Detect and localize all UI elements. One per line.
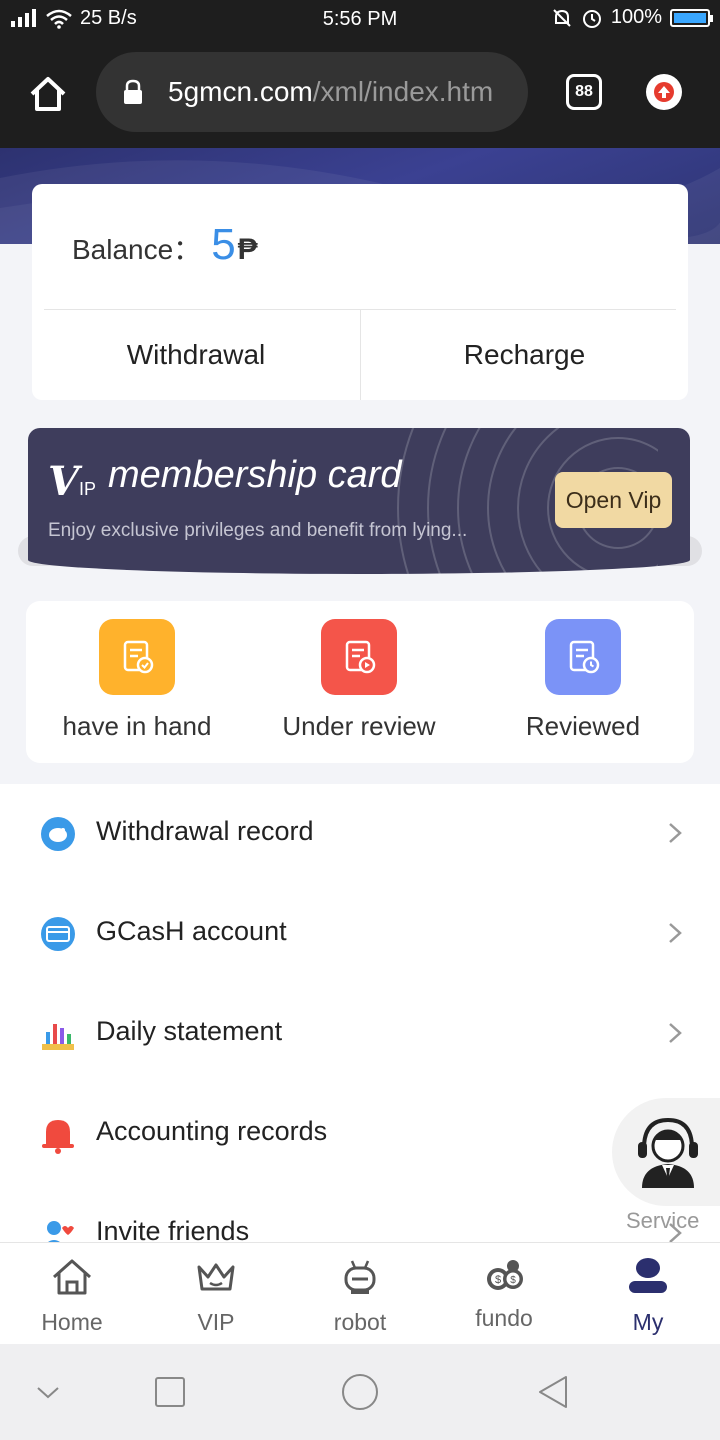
back-triangle-icon[interactable] [534, 1372, 574, 1412]
vip-membership-card[interactable]: VIP membership card Enjoy exclusive priv… [28, 428, 690, 574]
balance-card: Balance： 5 ₱ Withdrawal Recharge [32, 184, 688, 400]
status-label: Under review [282, 711, 436, 741]
browser-home-icon[interactable] [26, 72, 70, 116]
menu-item-label: Daily statement [96, 1016, 283, 1046]
chevron-down-icon[interactable] [28, 1372, 68, 1412]
status-label: have in hand [62, 711, 212, 741]
vip-title: membership card [108, 454, 402, 496]
nav-vip[interactable]: VIP [144, 1243, 288, 1345]
bell-off-icon [553, 8, 571, 27]
task-status-panel: have in hand Under review Reviewed [26, 601, 694, 763]
status-have-in-hand[interactable]: have in hand [26, 619, 248, 742]
headset-agent-icon [638, 1117, 698, 1188]
browser-toolbar: 5gmcn.com/xml/index.htm 88 [0, 36, 720, 148]
menu-item-gcash-account[interactable]: GCasH account [0, 884, 720, 984]
nav-my[interactable]: My [576, 1243, 720, 1345]
menu-item-withdrawal-record[interactable]: Withdrawal record [0, 784, 720, 884]
currency-symbol: ₱ [237, 233, 258, 266]
url-bar[interactable]: 5gmcn.com/xml/index.htm [96, 52, 528, 132]
recharge-button[interactable]: Recharge [361, 310, 688, 400]
system-navigation-bar [0, 1344, 720, 1440]
battery-percent: 100% [610, 6, 662, 28]
menu-item-label: Invite friends [96, 1216, 250, 1242]
bottom-navigation: Home VIP robot $ $ fundo My [0, 1242, 720, 1344]
bar-chart-icon [42, 1024, 74, 1050]
vip-logo-ip: IP [79, 479, 97, 499]
vip-logo: VIP [48, 458, 96, 505]
status-under-review[interactable]: Under review [248, 619, 470, 742]
upload-button[interactable] [646, 74, 682, 110]
nav-label: Home [41, 1309, 103, 1335]
coins-icon: $ $ [487, 1260, 523, 1290]
svg-text:$: $ [510, 1275, 516, 1286]
vip-logo-v: V [48, 458, 80, 505]
home-circle-icon[interactable] [340, 1372, 380, 1412]
chevron-right-icon [669, 1023, 682, 1043]
vip-subtitle: Enjoy exclusive privileges and benefit f… [48, 520, 468, 541]
user-icon [629, 1258, 667, 1293]
url-domain: 5gmcn.com [168, 76, 313, 107]
menu-item-label: Withdrawal record [96, 816, 314, 846]
chevron-right-icon [669, 823, 682, 843]
robot-icon [344, 1260, 376, 1294]
menu-item-label: Accounting records [96, 1116, 328, 1146]
balance-label: Balance： [72, 234, 202, 265]
alarm-icon [582, 9, 601, 28]
menu-item-daily-statement[interactable]: Daily statement [0, 984, 720, 1084]
crown-icon [197, 1263, 235, 1291]
status-reviewed[interactable]: Reviewed [472, 619, 694, 742]
battery-icon [670, 8, 713, 27]
status-label: Reviewed [525, 711, 641, 741]
piggy-bank-icon [41, 817, 75, 851]
url-path: /xml/index.htm [312, 76, 494, 107]
nav-home[interactable]: Home [0, 1243, 144, 1345]
customer-service-button[interactable] [612, 1098, 720, 1206]
nav-label: fundo [475, 1305, 533, 1331]
open-vip-button[interactable]: Open Vip [555, 472, 672, 528]
nav-fundo[interactable]: $ $ fundo [432, 1243, 576, 1345]
service-label: Service [626, 1208, 700, 1233]
lock-icon [124, 79, 142, 104]
home-icon [53, 1259, 91, 1295]
tab-switcher-button[interactable]: 88 [566, 74, 602, 110]
nav-robot[interactable]: robot [288, 1243, 432, 1345]
document-check-icon [99, 619, 175, 695]
svg-text:$: $ [495, 1274, 501, 1286]
nav-label: My [632, 1309, 664, 1335]
recent-apps-icon[interactable] [150, 1372, 190, 1412]
chevron-right-icon [669, 923, 682, 943]
nav-label: robot [333, 1309, 387, 1335]
menu-item-label: GCasH account [96, 916, 287, 946]
arrow-up-icon [654, 82, 674, 102]
card-icon [41, 917, 75, 951]
document-play-icon [321, 619, 397, 695]
invite-icon [47, 1221, 74, 1242]
nav-label: VIP [197, 1309, 235, 1335]
document-clock-icon [545, 619, 621, 695]
withdrawal-button[interactable]: Withdrawal [32, 310, 360, 400]
balance-value: 5 [211, 220, 236, 269]
status-bar: 25 B/s 5:56 PM 100% [0, 0, 720, 36]
bell-icon [42, 1120, 74, 1154]
